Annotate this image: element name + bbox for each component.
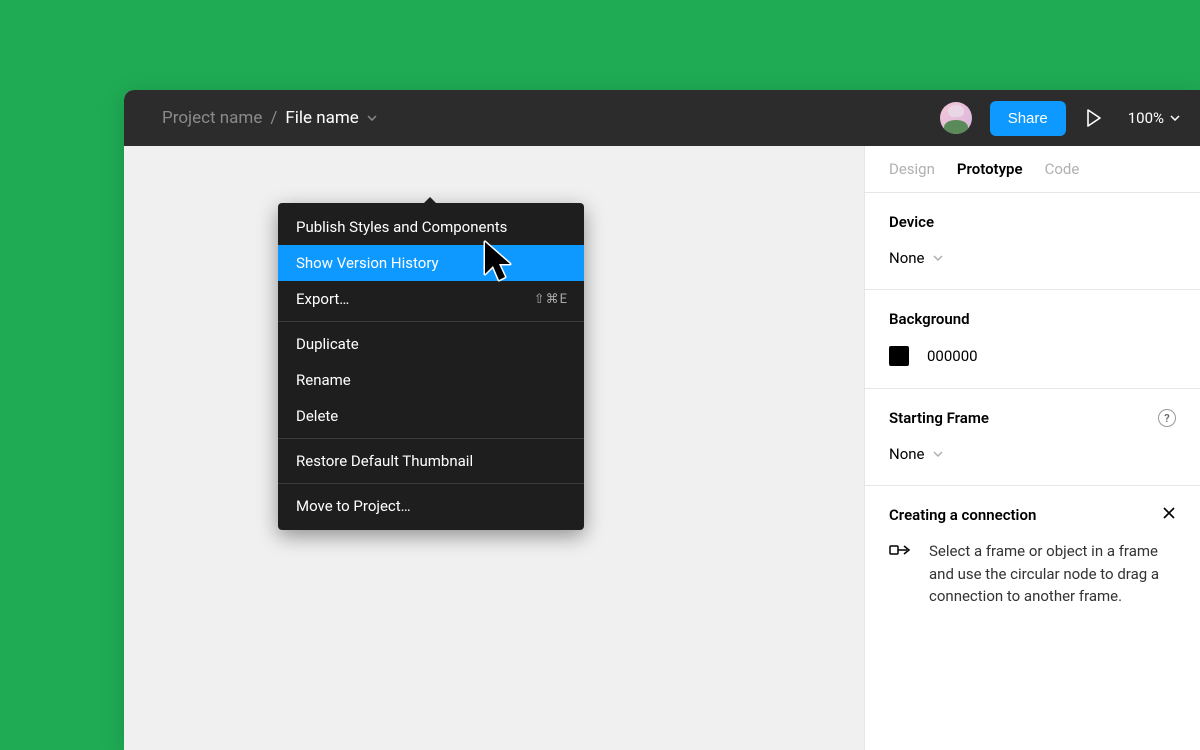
device-title: Device (889, 213, 1176, 231)
menu-divider (278, 321, 584, 322)
section-device: Device None (865, 193, 1200, 290)
menu-item-label: Restore Default Thumbnail (296, 452, 473, 470)
chevron-down-icon (1170, 115, 1180, 121)
menu-item-label: Move to Project… (296, 497, 411, 515)
breadcrumb-separator: / (270, 108, 277, 128)
menu-item-publish[interactable]: Publish Styles and Components (278, 209, 584, 245)
avatar[interactable] (940, 102, 972, 134)
tab-design[interactable]: Design (889, 160, 935, 178)
device-value: None (889, 249, 925, 267)
menu-divider (278, 438, 584, 439)
menu-item-label: Publish Styles and Components (296, 218, 507, 236)
file-context-menu: Publish Styles and Components Show Versi… (278, 203, 584, 530)
play-button[interactable] (1086, 109, 1102, 127)
breadcrumb-project[interactable]: Project name (162, 108, 262, 128)
starting-frame-title-text: Starting Frame (889, 409, 989, 427)
app-window: Project name / File name Share 100% Desi… (124, 90, 1200, 750)
menu-divider (278, 483, 584, 484)
menu-item-label: Delete (296, 407, 338, 425)
menu-item-export[interactable]: Export… ⇧⌘E (278, 281, 584, 317)
section-background: Background 000000 (865, 290, 1200, 389)
menu-shortcut: ⇧⌘E (534, 292, 568, 307)
menu-item-label: Export… (296, 290, 349, 308)
main-area: Design Prototype Code Device None Backgr… (124, 146, 1200, 750)
tab-code[interactable]: Code (1045, 160, 1080, 178)
menu-item-delete[interactable]: Delete (278, 398, 584, 434)
starting-frame-value: None (889, 445, 925, 463)
background-value-row[interactable]: 000000 (889, 346, 1176, 366)
chevron-down-icon[interactable] (367, 115, 377, 121)
menu-item-label: Show Version History (296, 254, 439, 272)
starting-frame-value-row[interactable]: None (889, 445, 1176, 463)
section-starting-frame: Starting Frame ? None (865, 389, 1200, 486)
hint-body: Select a frame or object in a frame and … (929, 540, 1176, 608)
tab-prototype[interactable]: Prototype (957, 160, 1023, 178)
menu-item-rename[interactable]: Rename (278, 362, 584, 398)
hint-title: Creating a connection (889, 506, 1036, 524)
toolbar: Project name / File name Share 100% (124, 90, 1200, 146)
background-value: 000000 (927, 347, 978, 365)
breadcrumb[interactable]: Project name / File name (162, 108, 377, 128)
zoom-control[interactable]: 100% (1128, 109, 1180, 127)
connection-icon (889, 540, 915, 564)
play-icon (1086, 109, 1102, 127)
section-hint: Creating a connection Select a frame or … (865, 486, 1200, 628)
menu-item-duplicate[interactable]: Duplicate (278, 326, 584, 362)
menu-item-label: Duplicate (296, 335, 359, 353)
chevron-down-icon (933, 451, 943, 457)
starting-frame-title: Starting Frame ? (889, 409, 1176, 427)
menu-item-version-history[interactable]: Show Version History (278, 245, 584, 281)
close-icon[interactable] (1162, 506, 1176, 524)
menu-item-move-to-project[interactable]: Move to Project… (278, 488, 584, 524)
right-panel: Design Prototype Code Device None Backgr… (864, 146, 1200, 750)
background-title: Background (889, 310, 1176, 328)
chevron-down-icon (933, 255, 943, 261)
device-value-row[interactable]: None (889, 249, 1176, 267)
panel-tabs: Design Prototype Code (865, 146, 1200, 193)
zoom-value: 100% (1128, 109, 1164, 127)
help-icon[interactable]: ? (1158, 409, 1176, 427)
menu-item-restore-thumbnail[interactable]: Restore Default Thumbnail (278, 443, 584, 479)
breadcrumb-file[interactable]: File name (285, 108, 358, 128)
share-button[interactable]: Share (990, 101, 1066, 136)
color-swatch[interactable] (889, 346, 909, 366)
menu-item-label: Rename (296, 371, 351, 389)
